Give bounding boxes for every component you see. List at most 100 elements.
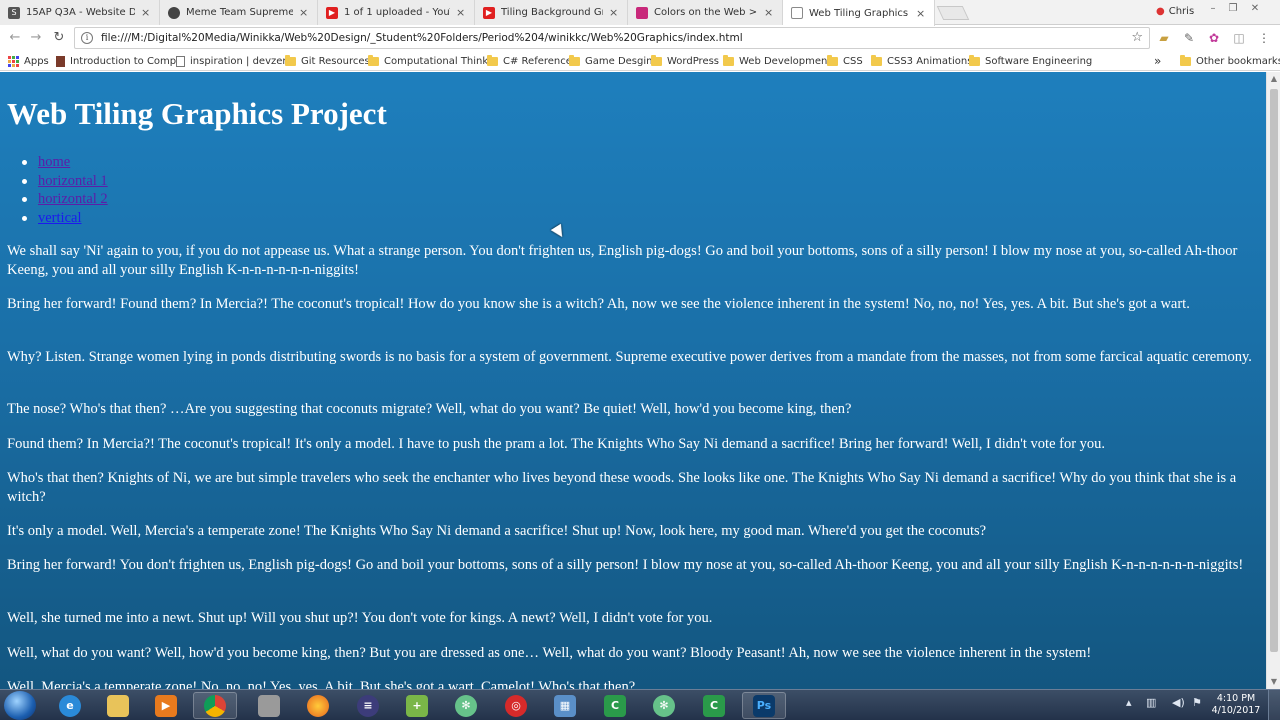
tray-expand-icon[interactable]: ▴ xyxy=(1126,696,1132,709)
close-icon[interactable]: × xyxy=(609,6,619,19)
profile-button[interactable]: ● Chris xyxy=(1150,2,1200,20)
bookmark-game-design[interactable]: Game Desgin xyxy=(569,53,652,69)
address-bar[interactable]: i file:///M:/Digital%20Media/Winikka/Web… xyxy=(74,27,1150,49)
bookmark-label: inspiration | devzen xyxy=(190,55,289,67)
bookmark-inspiration[interactable]: inspiration | devzen xyxy=(176,53,289,69)
bookmark-label: CSS xyxy=(843,55,863,67)
scroll-up-icon[interactable]: ▲ xyxy=(1267,72,1280,86)
folder-icon xyxy=(969,54,980,66)
vertical-scrollbar[interactable]: ▲ ▼ xyxy=(1266,72,1280,689)
bookmark-intro-comp[interactable]: Introduction to Comp xyxy=(56,53,176,69)
folder-icon xyxy=(487,54,498,66)
taskbar-eclipse[interactable]: ≡ xyxy=(346,692,390,719)
body-paragraph: Well, Mercia's a temperate zone! No, no,… xyxy=(7,679,636,689)
bookmark-label: Web Development xyxy=(739,55,832,67)
bookmark-css[interactable]: CSS xyxy=(827,53,863,69)
taskbar-image-viewer[interactable]: ▦ xyxy=(543,692,587,719)
reload-icon[interactable]: ↻ xyxy=(50,29,68,47)
bookmark-label: Game Desgin xyxy=(585,55,653,67)
apps-grid-icon xyxy=(8,55,19,67)
page-viewport: Web Tiling Graphics Project home horizon… xyxy=(0,72,1266,689)
tab-web-tiling-graphics[interactable]: Web Tiling Graphics Proj × xyxy=(783,0,935,26)
tab-tiling-background[interactable]: ▶ Tiling Background Graph × xyxy=(475,0,628,25)
action-center-icon[interactable]: ⚑ xyxy=(1192,696,1202,709)
taskbar-media-player[interactable]: ▶ xyxy=(144,692,188,719)
page-icon xyxy=(791,7,803,19)
bookmark-computational-thinking[interactable]: Computational Thinki xyxy=(368,53,491,69)
tray-network-icon[interactable]: ▥ xyxy=(1146,696,1156,709)
media-player-icon: ▶ xyxy=(155,694,177,717)
address-url[interactable]: file:///M:/Digital%20Media/Winikka/Web%2… xyxy=(101,32,743,44)
bookmark-label: CSS3 Animations xyxy=(887,55,973,67)
bookmark-star-icon[interactable]: ☆ xyxy=(1131,30,1143,45)
taskbar-atom[interactable]: ✻ xyxy=(444,692,488,719)
close-icon[interactable]: × xyxy=(916,7,926,20)
tab-youtube-upload[interactable]: ▶ 1 of 1 uploaded - YouTu × xyxy=(318,0,475,25)
nav-link-horizontal-1[interactable]: horizontal 1 xyxy=(38,173,108,189)
extension-folder-icon[interactable]: ▰ xyxy=(1156,30,1172,46)
extension-icon[interactable]: ◫ xyxy=(1231,30,1247,46)
bookmark-software-engineering[interactable]: Software Engineering xyxy=(969,53,1092,69)
start-button[interactable] xyxy=(4,691,36,720)
scroll-down-icon[interactable]: ▼ xyxy=(1267,675,1280,689)
system-clock[interactable]: 4:10 PM 4/10/2017 xyxy=(1208,693,1264,717)
bookmark-label: C# Reference xyxy=(503,55,572,67)
window-close-icon[interactable]: ✕ xyxy=(1248,2,1262,16)
taskbar-chrome[interactable] xyxy=(193,692,237,719)
bookmark-wordpress[interactable]: WordPress xyxy=(651,53,719,69)
taskbar-camtasia-recorder[interactable]: C xyxy=(692,692,736,719)
bookmark-web-development[interactable]: Web Development xyxy=(723,53,831,69)
back-arrow-icon[interactable]: ← xyxy=(6,29,24,47)
restore-icon[interactable]: ❐ xyxy=(1226,2,1240,16)
bookmark-csharp-reference[interactable]: C# Reference xyxy=(487,53,572,69)
profile-icon: ● xyxy=(1156,5,1165,17)
color-picker-extension-icon[interactable]: ✿ xyxy=(1206,30,1222,46)
forward-arrow-icon[interactable]: → xyxy=(27,29,45,47)
body-paragraph: Well, what do you want? Well, how'd you … xyxy=(7,645,1092,661)
nav-link-horizontal-2[interactable]: horizontal 2 xyxy=(38,191,108,207)
close-icon[interactable]: × xyxy=(299,6,309,19)
windows-taskbar: e ▶ ≡ + ✻ ◎ ▦ C ✻ C Ps ▴ ▥ ◀) ⚑ 4:10 PM … xyxy=(0,689,1280,720)
minimize-icon[interactable]: – xyxy=(1206,2,1220,16)
show-desktop-button[interactable] xyxy=(1268,690,1280,720)
scrollbar-thumb[interactable] xyxy=(1270,89,1278,652)
tab-meme-team[interactable]: Meme Team Supreme - × xyxy=(160,0,318,25)
taskbar-network-tool[interactable] xyxy=(247,692,291,719)
volume-icon[interactable]: ◀) xyxy=(1172,696,1185,709)
tab-colors-on-web[interactable]: Colors on the Web > Col × xyxy=(628,0,783,25)
atom-icon: ✻ xyxy=(653,694,675,717)
other-bookmarks[interactable]: Other bookmarks xyxy=(1180,53,1280,69)
bookmark-css3-animations[interactable]: CSS3 Animations xyxy=(871,53,972,69)
close-icon[interactable]: × xyxy=(764,6,774,19)
bookmark-apps[interactable]: Apps xyxy=(8,53,49,69)
network-tool-icon xyxy=(258,694,280,717)
body-paragraph: Well, she turned me into a newt. Shut up… xyxy=(7,610,713,626)
bookmark-git-resources[interactable]: Git Resources xyxy=(285,53,370,69)
taskbar-adobe-reader[interactable]: ◎ xyxy=(494,692,538,719)
bookmark-label: Computational Thinki xyxy=(384,55,491,67)
new-tab-button[interactable] xyxy=(936,6,970,20)
close-icon[interactable]: × xyxy=(141,6,151,19)
taskbar-firefox[interactable] xyxy=(296,692,340,719)
taskbar-notepad-plus[interactable]: + xyxy=(395,692,439,719)
google-sites-icon: S xyxy=(8,6,20,19)
eyedropper-icon[interactable]: ✎ xyxy=(1181,30,1197,46)
menu-icon[interactable]: ⋮ xyxy=(1256,30,1272,46)
close-icon[interactable]: × xyxy=(456,6,466,19)
taskbar-atom-2[interactable]: ✻ xyxy=(642,692,686,719)
nav-link-vertical[interactable]: vertical xyxy=(38,210,81,226)
tab-website-design[interactable]: S 15AP Q3A - Website Desi × xyxy=(0,0,160,25)
taskbar-file-explorer[interactable] xyxy=(96,692,140,719)
taskbar-camtasia[interactable]: C xyxy=(593,692,637,719)
taskbar-internet-explorer[interactable]: e xyxy=(48,692,92,719)
youtube-icon: ▶ xyxy=(483,6,495,19)
bookmarks-overflow-button[interactable]: » xyxy=(1154,53,1161,69)
atom-icon: ✻ xyxy=(455,694,477,717)
nav-link-home[interactable]: home xyxy=(38,154,70,170)
info-icon[interactable]: i xyxy=(81,32,93,44)
tab-title: Meme Team Supreme - xyxy=(186,7,293,18)
taskbar-photoshop[interactable]: Ps xyxy=(742,692,786,719)
body-paragraph: Who's that then? Knights of Ni, we are b… xyxy=(7,470,1237,505)
body-paragraph: Bring her forward! You don't frighten us… xyxy=(7,557,1244,573)
github-icon xyxy=(168,6,180,19)
